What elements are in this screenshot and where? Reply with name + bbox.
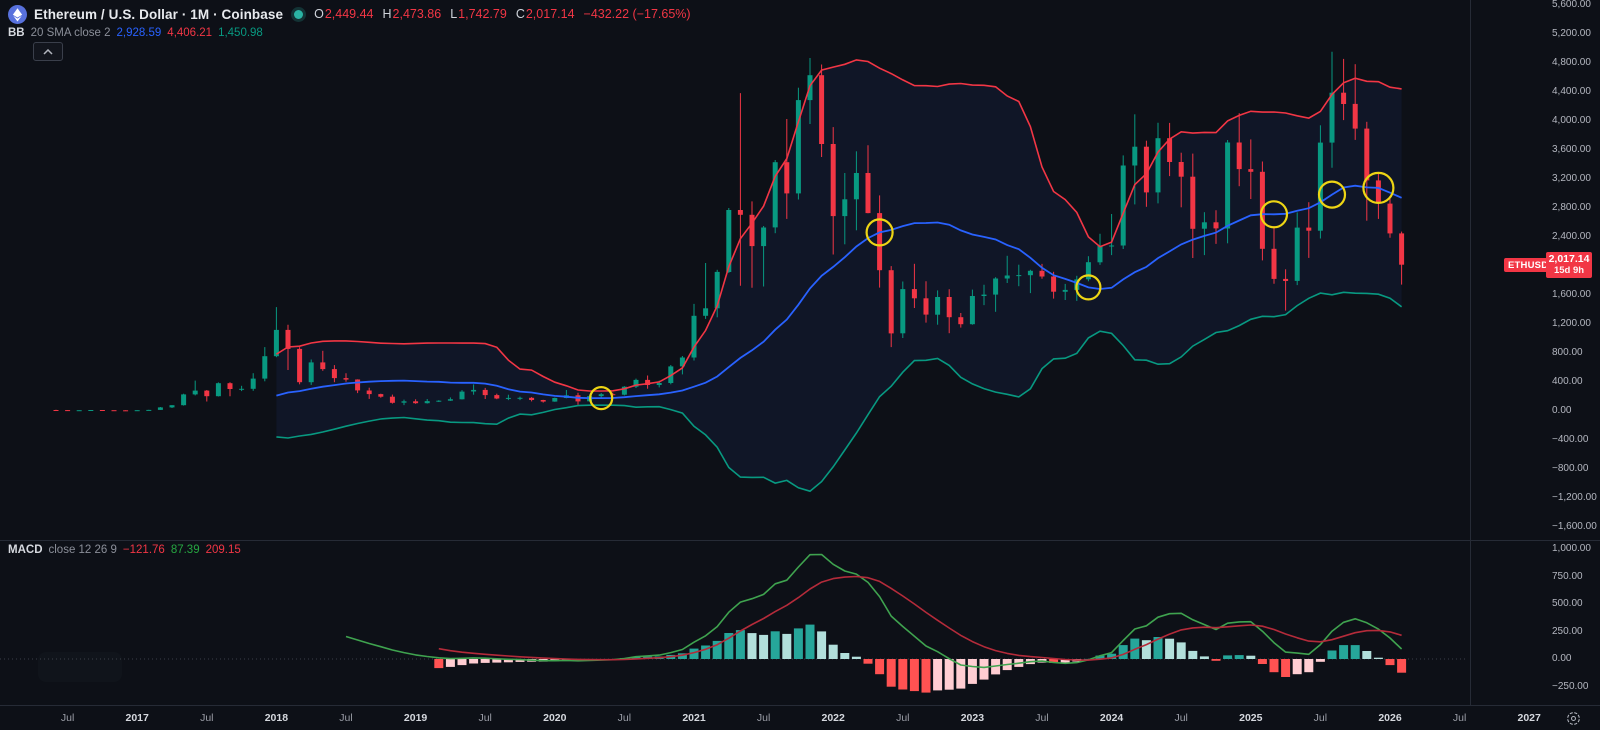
symbol-title[interactable]: Ethereum / U.S. Dollar · 1M · Coinbase bbox=[34, 7, 283, 22]
time-label-month: Jul bbox=[1314, 712, 1327, 724]
price-tick-label: −1,200.00 bbox=[1552, 492, 1597, 503]
macd-tick-label: 1,000.00 bbox=[1552, 543, 1591, 554]
macd-tick-label: 250.00 bbox=[1552, 626, 1583, 637]
time-label-year: 2027 bbox=[1518, 712, 1541, 724]
time-label-month: Jul bbox=[896, 712, 909, 724]
legend-collapse-button[interactable] bbox=[33, 42, 63, 61]
macd-tick-label: 0.00 bbox=[1552, 653, 1571, 664]
ohlc-values: O2,449.44 H2,473.86 L1,742.79 C2,017.14 … bbox=[314, 7, 690, 21]
time-label-month: Jul bbox=[1035, 712, 1048, 724]
time-label-year: 2026 bbox=[1378, 712, 1401, 724]
open-label: O bbox=[314, 7, 324, 21]
price-tick-label: −800.00 bbox=[1552, 463, 1588, 474]
price-tick-label: 0.00 bbox=[1552, 405, 1571, 416]
macd-signal-value: 209.15 bbox=[206, 544, 241, 556]
price-tick-label: 4,000.00 bbox=[1552, 115, 1591, 126]
macd-params: close 12 26 9 bbox=[49, 544, 117, 556]
time-label-year: 2019 bbox=[404, 712, 427, 724]
symbol-header: Ethereum / U.S. Dollar · 1M · Coinbase O… bbox=[8, 4, 691, 24]
bb-indicator-legend: BB 20 SMA close 2 2,928.59 4,406.21 1,45… bbox=[8, 25, 263, 41]
bb-lower-value: 1,450.98 bbox=[218, 27, 263, 39]
tradingview-chart-window: Ethereum / U.S. Dollar · 1M · Coinbase O… bbox=[0, 0, 1600, 730]
time-label-year: 2025 bbox=[1239, 712, 1262, 724]
macd-signal-line bbox=[439, 577, 1402, 661]
macd-tick-label: 750.00 bbox=[1552, 571, 1583, 582]
bb-basis-value: 2,928.59 bbox=[117, 27, 162, 39]
time-label-year: 2024 bbox=[1100, 712, 1123, 724]
price-tick-label: 1,200.00 bbox=[1552, 318, 1591, 329]
time-label-year: 2020 bbox=[543, 712, 566, 724]
chevron-up-icon bbox=[43, 49, 53, 55]
close-label: C bbox=[516, 7, 525, 21]
close-value: 2,017.14 bbox=[526, 7, 575, 21]
price-tick-label: 5,600.00 bbox=[1552, 0, 1591, 10]
time-label-month: Jul bbox=[339, 712, 352, 724]
price-tick-label: 2,800.00 bbox=[1552, 202, 1591, 213]
bb-fill-area bbox=[276, 60, 1401, 491]
high-label: H bbox=[383, 7, 392, 21]
price-tick-label: 3,200.00 bbox=[1552, 173, 1591, 184]
bb-params: 20 SMA close 2 bbox=[31, 27, 111, 39]
price-tick-label: 4,400.00 bbox=[1552, 86, 1591, 97]
price-tick-label: −400.00 bbox=[1552, 434, 1588, 445]
time-label-month: Jul bbox=[1453, 712, 1466, 724]
ethereum-icon bbox=[8, 5, 27, 24]
bb-name[interactable]: BB bbox=[8, 27, 25, 39]
chart-canvas[interactable] bbox=[0, 0, 1600, 730]
price-tick-label: 800.00 bbox=[1552, 347, 1583, 358]
low-label: L bbox=[450, 7, 457, 21]
price-tick-label: −1,600.00 bbox=[1552, 521, 1597, 532]
macd-hist-value: −121.76 bbox=[123, 544, 165, 556]
last-price-badge: 2,017.14 15d 9h bbox=[1546, 252, 1592, 278]
price-tick-label: 3,600.00 bbox=[1552, 144, 1591, 155]
gear-icon bbox=[1566, 711, 1581, 726]
macd-line bbox=[346, 555, 1402, 668]
high-value: 2,473.86 bbox=[393, 7, 442, 21]
macd-name[interactable]: MACD bbox=[8, 544, 43, 556]
low-value: 1,742.79 bbox=[458, 7, 507, 21]
last-price-value: 2,017.14 bbox=[1549, 253, 1590, 265]
time-label-year: 2022 bbox=[822, 712, 845, 724]
time-label-month: Jul bbox=[757, 712, 770, 724]
time-label-year: 2023 bbox=[961, 712, 984, 724]
price-tick-label: 400.00 bbox=[1552, 376, 1583, 387]
market-status-dot bbox=[294, 10, 303, 19]
open-value: 2,449.44 bbox=[325, 7, 374, 21]
time-label-month: Jul bbox=[61, 712, 74, 724]
time-label-year: 2017 bbox=[126, 712, 149, 724]
time-label-month: Jul bbox=[618, 712, 631, 724]
price-tick-label: 5,200.00 bbox=[1552, 28, 1591, 39]
macd-tick-label: −250.00 bbox=[1552, 681, 1588, 692]
time-axis[interactable]: Jul 2017 Jul 2018 Jul 2019 Jul 2020 Jul 2021 Jul 20… bbox=[0, 706, 1600, 730]
time-label-year: 2021 bbox=[682, 712, 705, 724]
macd-indicator-legend: MACD close 12 26 9 −121.76 87.39 209.15 bbox=[8, 542, 241, 558]
price-tick-label: 1,600.00 bbox=[1552, 289, 1591, 300]
time-label-month: Jul bbox=[1174, 712, 1187, 724]
bb-upper-value: 4,406.21 bbox=[167, 27, 212, 39]
price-axis[interactable]: 5,600.00 5,200.00 4,800.00 4,400.00 4,000.00… bbox=[1470, 0, 1600, 705]
watermark-logo bbox=[38, 652, 122, 682]
change-value: −432.22 (−17.65%) bbox=[584, 7, 691, 21]
price-tick-label: 2,400.00 bbox=[1552, 231, 1591, 242]
time-label-month: Jul bbox=[478, 712, 491, 724]
macd-tick-label: 500.00 bbox=[1552, 598, 1583, 609]
bar-countdown: 15d 9h bbox=[1554, 265, 1584, 277]
timezone-settings-button[interactable] bbox=[1564, 709, 1582, 727]
time-label-year: 2018 bbox=[265, 712, 288, 724]
time-label-month: Jul bbox=[200, 712, 213, 724]
macd-line-value: 87.39 bbox=[171, 544, 200, 556]
price-tick-label: 4,800.00 bbox=[1552, 57, 1591, 68]
